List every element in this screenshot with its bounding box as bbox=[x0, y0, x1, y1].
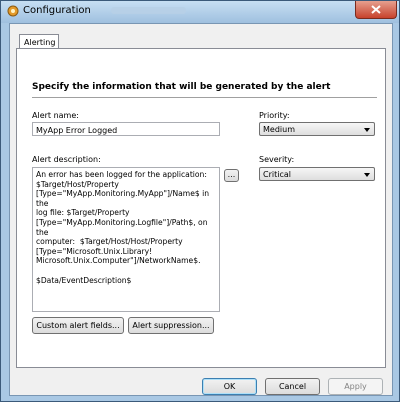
ok-button[interactable]: OK bbox=[202, 378, 257, 395]
close-button[interactable] bbox=[355, 1, 397, 19]
tab-alerting-label: Alerting bbox=[24, 38, 56, 47]
alert-description-label: Alert description: bbox=[32, 155, 101, 164]
app-icon bbox=[7, 5, 19, 17]
chevron-down-icon bbox=[364, 173, 370, 177]
apply-label: Apply bbox=[344, 382, 367, 391]
severity-dropdown[interactable]: Critical bbox=[259, 167, 375, 181]
dialog-client-area: Alerting Specify the information that wi… bbox=[9, 23, 393, 396]
custom-alert-fields-label: Custom alert fields... bbox=[36, 321, 120, 330]
priority-label: Priority: bbox=[259, 111, 290, 120]
title-blur bbox=[111, 7, 186, 14]
chevron-down-icon bbox=[364, 128, 370, 132]
priority-dropdown[interactable]: Medium bbox=[259, 122, 375, 136]
severity-label: Severity: bbox=[259, 155, 295, 164]
alert-suppression-label: Alert suppression... bbox=[132, 321, 210, 330]
ok-label: OK bbox=[223, 382, 236, 391]
title-bar[interactable]: Configuration bbox=[1, 1, 399, 23]
tab-alerting[interactable]: Alerting bbox=[19, 34, 59, 49]
priority-value: Medium bbox=[263, 125, 295, 134]
alert-suppression-button[interactable]: Alert suppression... bbox=[128, 317, 214, 334]
alert-description-textarea[interactable]: An error has been logged for the applica… bbox=[32, 167, 220, 312]
alert-description-value: An error has been logged for the applica… bbox=[36, 170, 210, 285]
alert-name-label: Alert name: bbox=[32, 111, 79, 120]
apply-button[interactable]: Apply bbox=[328, 378, 383, 395]
severity-value: Critical bbox=[263, 170, 291, 179]
cancel-button[interactable]: Cancel bbox=[265, 378, 320, 395]
description-browse-button[interactable]: ... bbox=[224, 169, 239, 182]
alert-name-value: MyApp Error Logged bbox=[36, 126, 118, 135]
window-title: Configuration bbox=[23, 5, 91, 16]
section-divider bbox=[32, 97, 377, 98]
configuration-window: Configuration Alerting Specify the infor… bbox=[0, 0, 400, 402]
alert-name-input[interactable]: MyApp Error Logged bbox=[32, 122, 220, 136]
close-icon bbox=[371, 5, 381, 14]
custom-alert-fields-button[interactable]: Custom alert fields... bbox=[32, 317, 124, 334]
section-heading: Specify the information that will be gen… bbox=[32, 82, 331, 92]
tab-panel: Specify the information that will be gen… bbox=[16, 48, 386, 368]
cancel-label: Cancel bbox=[278, 382, 307, 391]
browse-label: ... bbox=[227, 170, 236, 179]
